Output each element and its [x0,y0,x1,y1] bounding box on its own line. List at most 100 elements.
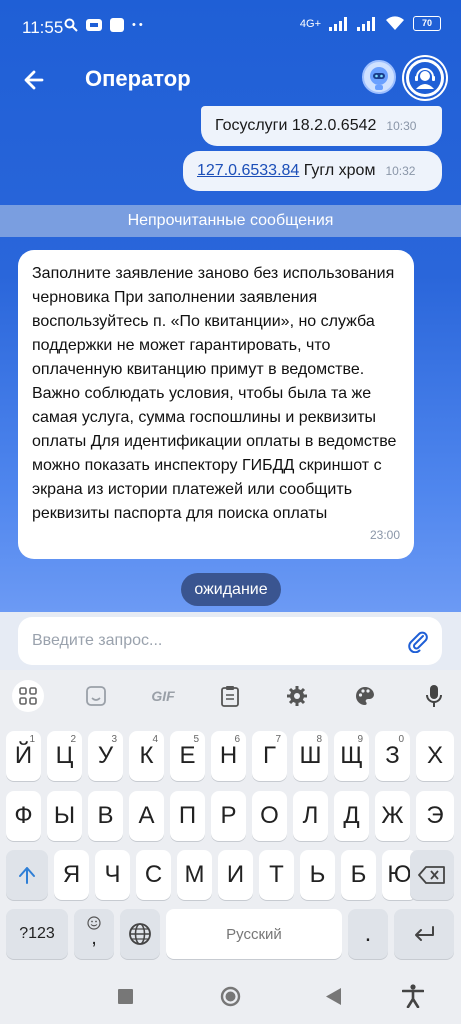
key-ж[interactable]: Ж [375,791,410,841]
back-triangle-icon[interactable] [326,988,342,1005]
media-notification-icon [86,19,102,31]
key-п[interactable]: П [170,791,205,841]
space-key[interactable]: Русский [166,909,342,959]
message-input[interactable] [32,625,392,657]
key-ш[interactable]: 8Ш [293,731,328,781]
chat-area: 11:55 • • 4G+ 70 Оператор Госуслуги 18.2… [0,0,461,612]
key-э[interactable]: Э [416,791,454,841]
key-ы[interactable]: Ы [47,791,82,841]
key-а[interactable]: А [129,791,164,841]
key-label: У [97,742,114,769]
settings-gear-icon[interactable] [283,682,311,710]
recents-square-icon[interactable] [118,989,133,1004]
key-д[interactable]: Д [334,791,369,841]
key-label: Т [269,861,284,888]
home-circle-icon[interactable] [220,986,241,1007]
outgoing-message[interactable]: 127.0.6533.84 Гугл хром 10:32 [183,151,442,191]
incoming-message[interactable]: Заполните заявление заново без использов… [18,250,414,559]
message-time: 10:32 [385,164,416,178]
system-icons: 4G+ 70 [300,16,441,31]
key-х[interactable]: Х [416,731,454,781]
key-label: С [144,861,163,888]
key-и[interactable]: И [218,850,253,900]
key-label: И [226,861,245,888]
backspace-key[interactable] [410,850,454,900]
key-о[interactable]: О [252,791,287,841]
period-key[interactable]: . [348,909,388,959]
key-е[interactable]: 5Е [170,731,205,781]
battery-icon: 70 [413,16,441,31]
language-key[interactable] [120,909,160,959]
paperclip-icon[interactable] [406,629,430,653]
clipboard-icon[interactable] [216,682,244,710]
key-ч[interactable]: Ч [95,850,130,900]
key-label: Е [179,742,196,769]
key-б[interactable]: Б [341,850,376,900]
key-label: Щ [340,742,363,769]
shift-arrow-icon [19,867,35,884]
key-г[interactable]: 7Г [252,731,287,781]
back-arrow-icon[interactable] [18,64,50,96]
key-hint: 5 [193,734,199,745]
comma-key[interactable]: , [74,909,114,959]
key-hint: 9 [357,734,363,745]
key-ф[interactable]: Ф [6,791,41,841]
theme-palette-icon[interactable] [351,682,379,710]
message-text: Госуслуги 18.2.0.6542 [215,117,377,134]
key-label: А [138,802,155,829]
message-text: Заполните заявление заново без использов… [32,265,397,522]
status-time: 11:55 [22,18,64,37]
key-label: Ш [299,742,322,769]
key-label: Ц [55,742,74,769]
key-к[interactable]: 4К [129,731,164,781]
key-label: В [97,802,114,829]
wifi-icon [386,16,404,30]
system-nav-bar [0,970,461,1024]
key-ц[interactable]: 2Ц [47,731,82,781]
key-label: Ж [381,802,404,829]
key-ь[interactable]: Ь [300,850,335,900]
key-в[interactable]: В [88,791,123,841]
key-hint: 7 [275,734,281,745]
key-hint: 2 [70,734,76,745]
key-т[interactable]: Т [259,850,294,900]
shift-key[interactable] [6,850,48,900]
message-time: 10:30 [386,119,417,133]
key-label: Ч [104,861,121,888]
outgoing-message[interactable]: Госуслуги 18.2.0.6542 10:30 [201,106,442,146]
network-type: 4G+ [299,17,321,30]
gif-label: GIF [151,688,175,704]
key-label: , [91,927,97,949]
key-label: О [260,802,279,829]
key-з[interactable]: 0З [375,731,410,781]
key-hint: 4 [152,734,158,745]
accessibility-icon[interactable] [402,984,424,1008]
key-л[interactable]: Л [293,791,328,841]
notification-icons: • • [64,18,143,32]
key-щ[interactable]: 9Щ [334,731,369,781]
search-notification-icon [64,18,78,32]
key-я[interactable]: Я [54,850,89,900]
key-hint: 6 [234,734,240,745]
key-у[interactable]: 3У [88,731,123,781]
robot-avatar[interactable] [362,60,396,94]
key-label: Б [350,861,367,888]
sticker-icon[interactable] [82,682,110,710]
key-н[interactable]: 6Н [211,731,246,781]
enter-key[interactable] [394,909,454,959]
key-р[interactable]: Р [211,791,246,841]
key-м[interactable]: М [177,850,212,900]
key-hint: 3 [111,734,117,745]
symbols-key[interactable]: ?123 [6,909,68,959]
key-с[interactable]: С [136,850,171,900]
key-label: Р [220,802,237,829]
keyboard: GIF 1Й 2Ц 3У 4К 5Е 6Н 7Г 8Ш 9Щ 0З Х Ф Ы … [0,670,461,970]
microphone-icon[interactable] [420,682,448,710]
apps-grid-icon[interactable] [12,680,44,712]
gif-button[interactable]: GIF [146,682,180,710]
operator-avatar[interactable] [404,57,446,99]
message-link[interactable]: 127.0.6533.84 [197,162,299,179]
headset-icon [409,62,441,94]
key-label: Х [426,742,443,769]
key-й[interactable]: 1Й [6,731,41,781]
